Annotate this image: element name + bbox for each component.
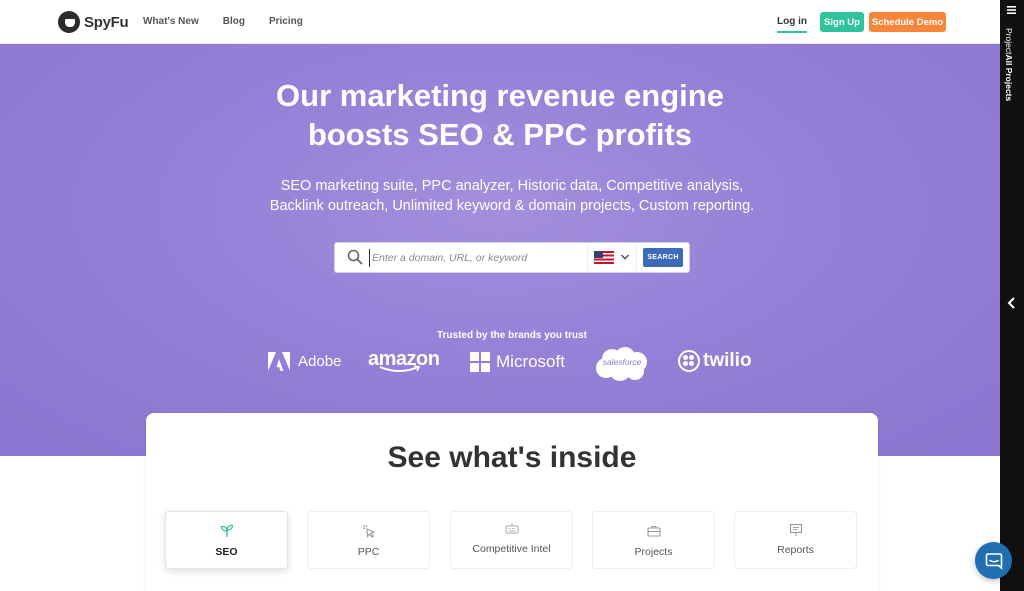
tab-ppc[interactable]: PPC <box>307 511 430 569</box>
briefcase-icon <box>647 525 661 537</box>
nav-pricing[interactable]: Pricing <box>269 16 303 27</box>
tab-projects-label: Projects <box>634 546 673 558</box>
hero-subheadline: SEO marketing suite, PPC analyzer, Histo… <box>0 176 1024 216</box>
search-input[interactable] <box>369 249 579 267</box>
tab-competitive-intel[interactable]: Competitive Intel <box>450 511 573 569</box>
amazon-logo: amazon <box>368 348 440 373</box>
salesforce-text: salesforce <box>602 357 642 367</box>
projects-sidebar: ProjectAll Projects <box>1000 0 1024 591</box>
adobe-mark-icon <box>268 352 290 371</box>
sign-up-button[interactable]: Sign Up <box>820 12 864 32</box>
hamburger-menu-icon[interactable] <box>1007 6 1016 14</box>
top-header: SpyFu What's New Blog Pricing Log in Sig… <box>0 0 1000 44</box>
microsoft-logo: Microsoft <box>470 352 565 372</box>
login-link[interactable]: Log in <box>777 16 807 33</box>
amazon-smile-icon <box>379 365 421 372</box>
twilio-text: twilio <box>703 350 752 371</box>
nav-whats-new[interactable]: What's New <box>143 16 199 27</box>
trusted-label: Trusted by the brands you trust <box>436 330 588 341</box>
sidebar-all-projects[interactable]: ProjectAll Projects <box>1004 28 1014 101</box>
brand-logos: Adobe amazon Microsoft salesforce twilio <box>268 344 758 384</box>
us-flag-icon <box>594 251 614 264</box>
cursor-click-icon <box>362 524 376 538</box>
tab-reports[interactable]: Reports <box>734 511 857 569</box>
microsoft-text: Microsoft <box>496 352 565 371</box>
spyfu-logo[interactable]: SpyFu <box>58 11 129 33</box>
features-card: See what's inside SEO PPC Competitive In… <box>146 413 878 591</box>
country-select[interactable] <box>587 243 637 272</box>
nav-blog[interactable]: Blog <box>223 16 245 27</box>
microsoft-grid-icon <box>470 352 490 372</box>
search-button[interactable]: SEARCH <box>643 248 683 267</box>
twilio-mark-icon <box>678 350 700 372</box>
adobe-text: Adobe <box>298 353 342 370</box>
chat-launcher-button[interactable] <box>975 542 1012 579</box>
tab-competitive-intel-label: Competitive Intel <box>472 543 551 555</box>
logo-text: SpyFu <box>84 13 129 31</box>
salesforce-logo: salesforce <box>594 344 650 382</box>
sidebar-prefix: Project <box>1004 28 1014 55</box>
chat-bubble-icon <box>985 552 1002 570</box>
search-box: SEARCH <box>334 242 690 273</box>
subline-1: SEO marketing suite, PPC analyzer, Histo… <box>280 178 744 194</box>
subline-2: Backlink outreach, Unlimited keyword & d… <box>269 198 755 214</box>
keyboard-icon <box>505 523 519 534</box>
schedule-demo-button[interactable]: Schedule Demo <box>869 12 946 32</box>
tab-ppc-label: PPC <box>357 546 380 558</box>
spy-logo-icon <box>58 11 80 33</box>
sidebar-title: All Projects <box>1004 54 1014 102</box>
headline-line-1: Our marketing revenue engine <box>276 78 724 113</box>
twilio-logo: twilio <box>678 350 752 372</box>
presentation-icon <box>789 523 803 536</box>
sprout-icon <box>220 524 234 537</box>
adobe-logo: Adobe <box>268 352 341 371</box>
hero-section: Our marketing revenue engine boosts SEO … <box>0 44 1000 456</box>
main-nav: What's New Blog Pricing <box>143 16 327 27</box>
tab-seo[interactable]: SEO <box>165 511 288 569</box>
headline-line-2: boosts SEO & PPC profits <box>307 117 693 152</box>
tab-projects[interactable]: Projects <box>592 511 715 569</box>
chevron-down-icon <box>620 254 630 260</box>
search-icon <box>347 249 363 265</box>
hero-headline: Our marketing revenue engine boosts SEO … <box>0 76 1000 154</box>
features-title: See what's inside <box>387 441 637 474</box>
tab-reports-label: Reports <box>777 544 814 556</box>
chevron-left-icon[interactable] <box>1006 296 1018 310</box>
tab-seo-label: SEO <box>215 546 238 558</box>
